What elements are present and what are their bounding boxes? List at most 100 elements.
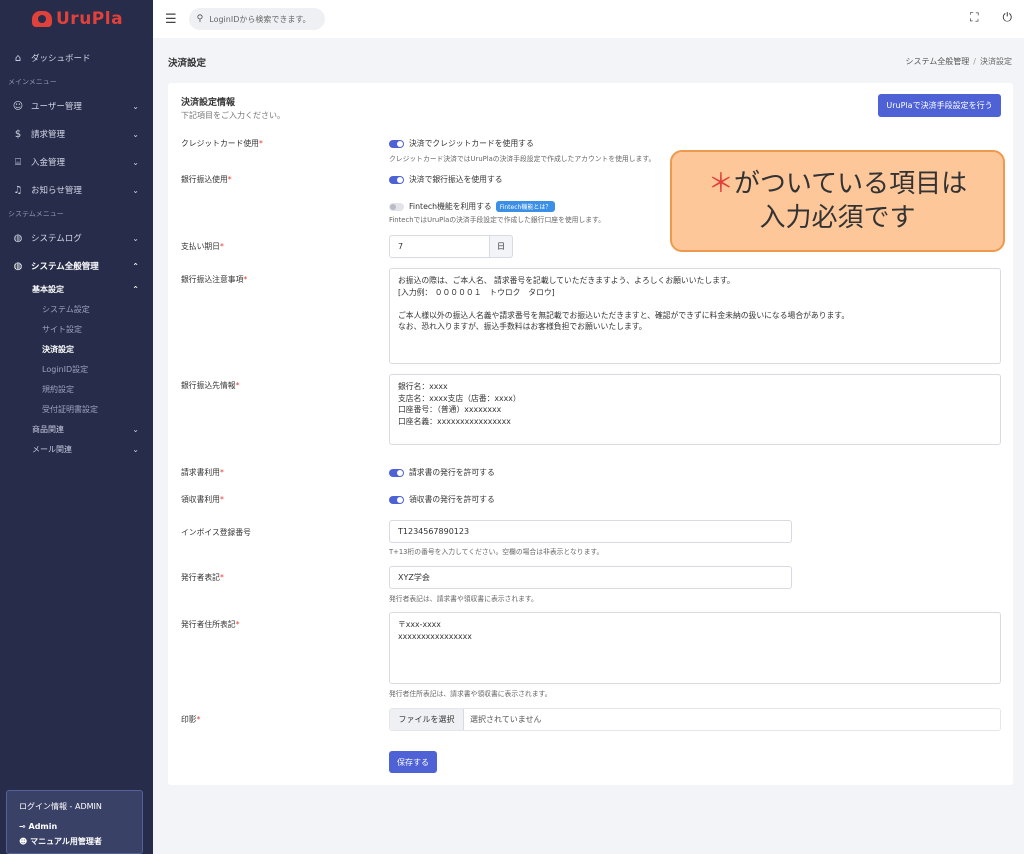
home-icon: ⌂ bbox=[14, 52, 22, 64]
sidebar-item-sysall[interactable]: ◍ システム全般管理 ⌃ bbox=[0, 252, 153, 280]
bank-notice-textarea[interactable]: お振込の際は、ご本人名、 請求番号を記載していただきますよう、よろしくお願いいた… bbox=[389, 268, 1001, 364]
sidebar-item-users[interactable]: ☺ ユーザー管理 ⌄ bbox=[0, 92, 153, 120]
chevron-down-icon: ⌄ bbox=[132, 233, 139, 243]
fullscreen-icon[interactable]: ⛶ bbox=[970, 10, 978, 25]
bank-notice-label: 銀行振込注意事項* bbox=[181, 275, 248, 284]
sidebar-item-payments[interactable]: ⌸ 入金管理 ⌄ bbox=[0, 148, 153, 176]
sidebar-item-basic[interactable]: 基本設定 ⌃ bbox=[0, 280, 153, 300]
fintech-settings-button[interactable]: UruPlaで決済手段設定を行う bbox=[878, 94, 1001, 117]
topbar: ☰ ⚲ LoginIDから検索できます。 ⛶ ⏻ bbox=[153, 0, 1024, 38]
chevron-down-icon: ⌄ bbox=[132, 101, 139, 111]
sidebar-subitem[interactable]: サイト設定 bbox=[0, 320, 153, 340]
seal-label: 印影* bbox=[181, 715, 201, 724]
callout-line1: ＊がついている項目は bbox=[707, 169, 968, 199]
choose-file-button[interactable]: ファイルを選択 bbox=[390, 709, 464, 730]
invoice-toggle[interactable]: 請求書の発行を許可する bbox=[389, 467, 495, 478]
chevron-down-icon: ⌄ bbox=[132, 445, 139, 454]
reg-number-input[interactable]: T1234567890123 bbox=[389, 520, 792, 543]
required-mark: * bbox=[219, 495, 224, 504]
required-mark: * bbox=[258, 139, 263, 148]
reg-number-label: インボイス登録番号 bbox=[181, 528, 251, 537]
sidebar: UruPla ⌂ ダッシュボード メインメニュー ☺ ユーザー管理 ⌄ $ 請求… bbox=[0, 0, 153, 854]
bank-info-label: 銀行振込先情報* bbox=[181, 381, 240, 390]
toggle-switch[interactable] bbox=[389, 468, 404, 477]
required-callout: ＊がついている項目は 入力必須です bbox=[670, 150, 1005, 252]
issuer-input[interactable]: XYZ学会 bbox=[389, 566, 792, 589]
page-title: 決済設定 bbox=[168, 58, 207, 69]
search-input[interactable]: ⚲ LoginIDから検索できます。 bbox=[188, 8, 325, 30]
required-mark: * bbox=[219, 573, 224, 582]
menu-icon[interactable]: ☰ bbox=[165, 12, 177, 27]
address-textarea[interactable]: 〒xxx-xxxx xxxxxxxxxxxxxxxx bbox=[389, 612, 1001, 684]
sidebar-item-syslog[interactable]: ◍ システムログ ⌄ bbox=[0, 224, 153, 252]
sidebar-subitem[interactable]: 規約設定 bbox=[0, 380, 153, 400]
credit-help: クレジットカード決済ではUruPlaの決済手段設定で作成したアカウントを使用しま… bbox=[389, 155, 656, 163]
toggle-switch[interactable] bbox=[389, 495, 404, 504]
power-icon[interactable]: ⏻ bbox=[1003, 10, 1013, 25]
breadcrumb-current: 決済設定 bbox=[980, 57, 1012, 66]
logo[interactable]: UruPla bbox=[0, 0, 153, 38]
fintech-toggle[interactable]: Fintech機能を利用する Fintech機能とは？ bbox=[389, 201, 556, 212]
sidebar-subitem-active[interactable]: 決済設定 bbox=[0, 340, 153, 360]
issuer-help: 発行者表記は、請求書や領収書に表示されます。 bbox=[389, 595, 538, 603]
sidebar-item-products[interactable]: 商品関連 ⌄ bbox=[0, 420, 153, 440]
globe-icon: ◍ bbox=[13, 232, 23, 244]
file-status: 選択されていません bbox=[470, 715, 542, 724]
address-label: 発行者住所表記* bbox=[181, 620, 240, 629]
toggle-switch[interactable] bbox=[389, 139, 404, 148]
credit-toggle[interactable]: 決済でクレジットカードを使用する bbox=[389, 138, 534, 149]
receipt-toggle[interactable]: 領収書の発行を許可する bbox=[389, 494, 495, 505]
card-title: 決済設定情報 bbox=[181, 98, 236, 108]
due-days-input[interactable]: 7 bbox=[389, 235, 490, 258]
breadcrumb: システム全般管理 / 決済設定 bbox=[906, 56, 1012, 67]
chevron-down-icon: ⌄ bbox=[132, 129, 139, 139]
toggle-switch[interactable] bbox=[389, 202, 404, 211]
receipt-label: 領収書利用* bbox=[181, 495, 224, 504]
due-label: 支払い期日* bbox=[181, 242, 224, 251]
required-mark: * bbox=[235, 620, 240, 629]
address-help: 発行者住所表記は、請求書や領収書に表示されます。 bbox=[389, 690, 552, 698]
globe-icon: ◍ bbox=[13, 260, 23, 272]
due-unit: 日 bbox=[489, 235, 513, 258]
search-icon: ⚲ bbox=[196, 14, 204, 24]
chevron-down-icon: ⌄ bbox=[132, 425, 139, 434]
breadcrumb-parent[interactable]: システム全般管理 bbox=[906, 57, 970, 66]
chevron-down-icon: ⌄ bbox=[132, 157, 139, 167]
user-icon: ☺ bbox=[12, 100, 24, 112]
breadcrumb-separator: / bbox=[973, 57, 976, 66]
fintech-help: FintechではUruPlaの決済手段設定で作成した銀行口座を使用します。 bbox=[389, 216, 605, 224]
bank-toggle[interactable]: 決済で銀行振込を使用する bbox=[389, 174, 503, 185]
sidebar-section-system: システムメニュー bbox=[8, 210, 64, 218]
required-mark: * bbox=[196, 715, 201, 724]
sidebar-item-mail[interactable]: メール関連 ⌄ bbox=[0, 440, 153, 460]
key-icon: ⊸ bbox=[19, 822, 29, 831]
logo-icon bbox=[32, 11, 52, 27]
seal-file-input[interactable]: ファイルを選択 選択されていません bbox=[389, 708, 1001, 731]
bank-label: 銀行振込使用* bbox=[181, 175, 232, 184]
save-button[interactable]: 保存する bbox=[389, 751, 437, 773]
sidebar-section-main: メインメニュー bbox=[8, 78, 57, 86]
chevron-down-icon: ⌄ bbox=[132, 185, 139, 195]
callout-line2: 入力必須です bbox=[759, 203, 916, 233]
sidebar-subitem[interactable]: LoginID設定 bbox=[0, 360, 153, 380]
chevron-up-icon: ⌃ bbox=[132, 261, 139, 271]
toggle-switch[interactable] bbox=[389, 175, 404, 184]
sidebar-item-billing[interactable]: $ 請求管理 ⌄ bbox=[0, 120, 153, 148]
chevron-up-icon: ⌃ bbox=[132, 285, 139, 294]
bank-icon: ⌸ bbox=[15, 156, 21, 168]
bank-info-textarea[interactable]: 銀行名：xxxx 支店名：xxxx支店（店番：xxxx） 口座番号：（普通）xx… bbox=[389, 374, 1001, 445]
callout-star: ＊ bbox=[707, 169, 734, 199]
login-user: ⊸ Admin bbox=[19, 822, 58, 831]
login-info: ログイン情報 - ADMIN ⊸ Admin ☻ マニュアル用管理者 bbox=[6, 790, 143, 854]
sidebar-item-notices[interactable]: ♫ お知らせ管理 ⌄ bbox=[0, 176, 153, 204]
required-mark: * bbox=[227, 175, 232, 184]
required-mark: * bbox=[235, 381, 240, 390]
required-mark: * bbox=[243, 275, 248, 284]
sidebar-subitem[interactable]: 受付証明書設定 bbox=[0, 400, 153, 420]
sidebar-subitem[interactable]: システム設定 bbox=[0, 300, 153, 320]
fintech-info-badge[interactable]: Fintech機能とは？ bbox=[495, 201, 556, 212]
required-mark: * bbox=[219, 242, 224, 251]
sidebar-item-dashboard[interactable]: ⌂ ダッシュボード bbox=[0, 44, 153, 72]
required-mark: * bbox=[219, 468, 224, 477]
users-icon: ☻ bbox=[19, 837, 31, 846]
